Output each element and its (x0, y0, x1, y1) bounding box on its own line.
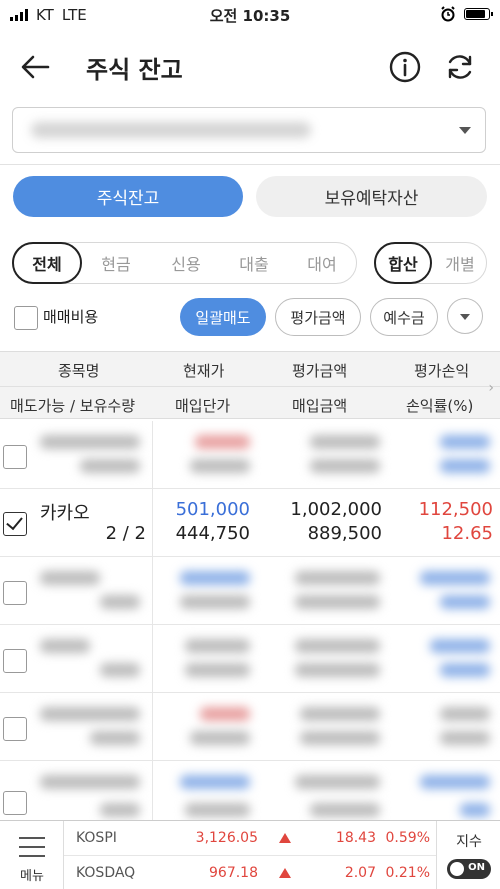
menu-button[interactable]: 메뉴 (0, 821, 64, 889)
current-price: 501,000 (175, 499, 250, 520)
col-eval-profit: 평가손익 (414, 362, 470, 380)
account-select[interactable] (12, 107, 486, 153)
index-panel: 지수 ON (436, 821, 500, 889)
profit-rate: 12.65 (441, 523, 493, 544)
table-row[interactable] (0, 625, 500, 693)
eval-amount: 1,002,000 (290, 499, 382, 520)
up-triangle-icon (279, 833, 291, 843)
index-change: 18.43 (335, 830, 376, 846)
row-checkbox[interactable] (3, 649, 27, 673)
battery-icon (464, 8, 493, 20)
header: 주식 잔고 (0, 36, 500, 98)
account-number-blurred (31, 122, 311, 138)
index-change: 2.07 (344, 865, 376, 881)
back-arrow-icon[interactable] (18, 50, 52, 84)
fee-checkbox[interactable] (14, 306, 38, 330)
menu-label: 메뉴 (20, 869, 44, 884)
row-checkbox[interactable] (3, 445, 27, 469)
row-checkbox[interactable] (3, 581, 27, 605)
stock-name: 카카오 (40, 503, 90, 524)
row-checkbox[interactable] (3, 791, 27, 815)
purchase-amount: 889,500 (307, 523, 382, 544)
bulk-sell-button[interactable]: 일괄매도 (180, 298, 266, 336)
info-icon[interactable] (388, 50, 422, 84)
row-checkbox[interactable] (3, 512, 27, 536)
table-row[interactable] (0, 761, 500, 820)
index-rate: 0.21% (385, 865, 430, 881)
index-value: 967.18 (209, 865, 258, 881)
filter-all[interactable]: 전체 (12, 242, 82, 284)
eval-profit: 112,500 (418, 499, 493, 520)
tab-holding-assets[interactable]: 보유예탁자산 (256, 176, 487, 217)
chevron-right-icon[interactable]: › (488, 380, 494, 396)
refresh-icon[interactable] (443, 50, 477, 84)
holding-quantity: 2 / 2 (105, 523, 146, 544)
status-bar: KT LTE 오전 10:35 (0, 0, 500, 30)
up-triangle-icon (279, 868, 291, 878)
view-individual[interactable]: 개별 (433, 243, 487, 283)
page-title: 주식 잔고 (86, 56, 183, 84)
eval-amount-button[interactable]: 평가금액 (275, 298, 361, 336)
col-purchase-amount: 매입금액 (292, 397, 348, 415)
table-row[interactable] (0, 693, 500, 761)
table-row[interactable]: 카카오 2 / 2 501,000 444,750 1,002,000 889,… (0, 489, 500, 557)
bottom-bar: 메뉴 KOSPI 3,126.05 18.43 0.59% KOSDAQ 967… (0, 820, 500, 889)
index-label: 지수 (456, 834, 482, 850)
chevron-down-icon (459, 127, 471, 134)
index-rate: 0.59% (385, 830, 430, 846)
filter-credit[interactable]: 신용 (151, 243, 221, 283)
fee-label: 매매비용 (43, 308, 99, 326)
alarm-icon (441, 6, 455, 22)
view-combined[interactable]: 합산 (374, 242, 432, 284)
row-checkbox[interactable] (3, 717, 27, 741)
col-profit-rate: 손익률(%) (406, 397, 474, 415)
toggle-label: ON (468, 862, 485, 873)
filter-cash[interactable]: 현금 (83, 243, 149, 283)
col-current-price: 현재가 (183, 362, 225, 380)
col-stock-name: 종목명 (58, 362, 100, 380)
view-mode-toggle: 합산 개별 (374, 242, 487, 284)
table-header: 종목명 현재가 평가금액 평가손익 매도가능 / 보유수량 매입단가 매입금액 … (0, 351, 500, 419)
index-row-kospi[interactable]: KOSPI 3,126.05 18.43 0.59% (64, 821, 436, 855)
index-value: 3,126.05 (195, 830, 258, 846)
col-eval-amount: 평가금액 (292, 362, 348, 380)
index-name: KOSDAQ (76, 865, 136, 881)
index-name: KOSPI (76, 830, 117, 846)
balance-type-filter: 전체 현금 신용 대출 대여 (12, 242, 357, 284)
more-options-button[interactable] (447, 298, 483, 334)
hamburger-icon (19, 837, 45, 864)
avg-price: 444,750 (175, 523, 250, 544)
deposit-button[interactable]: 예수금 (370, 298, 438, 336)
table-row[interactable] (0, 421, 500, 489)
filter-lending[interactable]: 대여 (289, 243, 355, 283)
divider (0, 164, 500, 165)
index-row-kosdaq[interactable]: KOSDAQ 967.18 2.07 0.21% (64, 855, 436, 889)
table-row[interactable] (0, 557, 500, 625)
clock: 오전 10:35 (209, 7, 291, 25)
index-toggle[interactable]: ON (447, 859, 491, 879)
col-avg-price: 매입단가 (175, 397, 231, 415)
col-quantity: 매도가능 / 보유수량 (10, 397, 135, 415)
tab-stock-balance[interactable]: 주식잔고 (13, 176, 243, 217)
filter-loan[interactable]: 대출 (221, 243, 287, 283)
